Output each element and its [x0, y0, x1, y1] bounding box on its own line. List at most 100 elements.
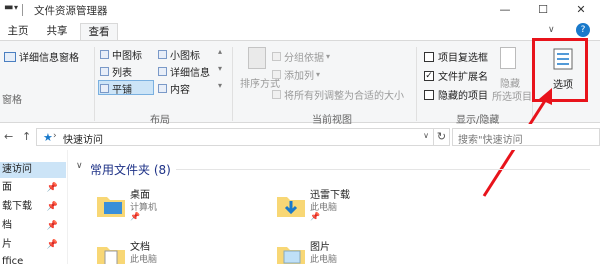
minimize-button[interactable]: —	[486, 0, 524, 20]
pin-icon: 📌	[46, 240, 58, 250]
ribbon-collapse-icon[interactable]: ∨	[548, 25, 555, 35]
nav-item-label: 载下载	[2, 201, 32, 212]
layout-small-icons[interactable]: 小图标	[158, 47, 200, 62]
back-icon[interactable]: ←	[4, 130, 13, 143]
pin-icon: 📌	[310, 212, 320, 221]
nav-item-office[interactable]: ffice	[0, 254, 66, 264]
dropdown-icon: ▾	[326, 52, 331, 61]
fit-columns-button[interactable]: 将所有列调整为合适的大小	[272, 87, 404, 102]
pin-icon: 📌	[46, 202, 58, 212]
address-dropdown-icon[interactable]: ∨	[423, 131, 429, 140]
list-label: 列表	[112, 68, 132, 79]
pin-icon: 📌	[130, 212, 140, 221]
layout-tiles[interactable]: 平铺	[100, 81, 132, 96]
fit-columns-label: 将所有列调整为合适的大小	[284, 91, 404, 102]
search-input[interactable]: 搜索"快速访问	[452, 128, 600, 146]
hidden-items-toggle[interactable]: 隐藏的项目	[424, 87, 488, 102]
nav-item-label: 档	[2, 220, 12, 231]
folder-name: 图片	[310, 242, 330, 253]
window-title: 文件资源管理器	[34, 5, 108, 17]
nav-item-pictures[interactable]: 片 📌	[0, 237, 66, 253]
group-by-button[interactable]: 分组依据 ▾	[272, 49, 330, 64]
tab-share[interactable]: 共享	[42, 23, 72, 41]
folder-name: 桌面	[130, 190, 150, 201]
item-checkbox-label: 项目复选框	[438, 53, 488, 64]
details-icon	[158, 67, 167, 76]
item-checkbox-toggle[interactable]: 项目复选框	[424, 49, 488, 64]
folder-item-desktop[interactable]: 桌面 计算机 📌	[96, 186, 216, 224]
separator	[94, 47, 95, 121]
ribbon: 详细信息窗格 窗格 中图标 小图标 列表 详细信息 平铺 内容 ▴ ▾ ▾ 布局…	[0, 40, 600, 126]
maximize-button[interactable]: ☐	[524, 0, 562, 20]
address-field[interactable]: ★ › 快速访问 ∨	[36, 128, 434, 146]
folder-icon	[97, 197, 125, 217]
title-separator	[22, 4, 23, 16]
separator	[416, 47, 417, 121]
layout-content[interactable]: 内容	[158, 81, 190, 96]
layout-scroll-down-icon[interactable]: ▾	[218, 64, 222, 73]
folder-name: 迅雷下载	[310, 190, 350, 201]
layout-medium-icons[interactable]: 中图标	[100, 47, 142, 62]
small-icons-label: 小图标	[170, 51, 200, 62]
folder-item-pictures[interactable]: 图片 此电脑	[276, 238, 396, 264]
add-column-label: 添加列	[284, 71, 314, 82]
hide-selected-label-2[interactable]: 所选项目	[492, 88, 532, 103]
small-icons-icon	[158, 50, 167, 59]
layout-more-icon[interactable]: ▾	[218, 81, 222, 90]
quick-access-dropdown-icon[interactable]: ▾	[14, 3, 18, 12]
refresh-icon[interactable]: ↻	[434, 128, 450, 146]
layout-scroll-up-icon[interactable]: ▴	[218, 47, 222, 56]
help-icon[interactable]: ?	[576, 23, 590, 37]
navigation-pane: 速访问 面 📌 载下载 📌 档 📌 片 📌 ffice	[0, 150, 68, 264]
title-bar: ▬ ▾ 文件资源管理器 — ☐ ✕	[0, 0, 600, 20]
tab-home[interactable]: 主页	[5, 23, 31, 41]
extensions-toggle[interactable]: ✓ 文件扩展名	[424, 68, 488, 83]
pictures-folder-icon	[277, 247, 305, 264]
pin-icon: 📌	[46, 221, 58, 231]
medium-icons-label: 中图标	[112, 51, 142, 62]
chevron-right-icon: ›	[53, 131, 57, 141]
group-by-label: 分组依据	[284, 53, 324, 64]
tiles-icon	[100, 84, 109, 93]
details-pane-button[interactable]: 详细信息窗格	[4, 49, 79, 64]
folder-item-documents[interactable]: 文档 此电脑	[96, 238, 216, 264]
dropdown-icon: ▾	[316, 70, 321, 79]
layout-details[interactable]: 详细信息	[158, 64, 210, 79]
fit-columns-icon	[272, 90, 281, 99]
quick-access-icon[interactable]: ▬	[4, 2, 13, 13]
section-collapse-icon[interactable]: ∨	[76, 161, 83, 171]
hidden-items-label: 隐藏的项目	[438, 91, 488, 102]
details-pane-icon	[4, 51, 16, 62]
details-pane-label: 详细信息窗格	[19, 53, 79, 64]
item-checkbox-box[interactable]	[424, 51, 434, 62]
add-column-button[interactable]: 添加列 ▾	[272, 67, 320, 82]
documents-folder-icon	[97, 247, 125, 264]
sort-icon	[248, 47, 266, 69]
folder-item-downloads[interactable]: 迅雷下载 此电脑 📌	[276, 186, 396, 224]
nav-item-downloads[interactable]: 载下载 📌	[0, 199, 66, 215]
layout-list[interactable]: 列表	[100, 64, 132, 79]
close-button[interactable]: ✕	[562, 0, 600, 20]
pane-group-label: 窗格	[2, 95, 22, 106]
address-bar: ← ↑ ★ › 快速访问 ∨ ↻ 搜索"快速访问	[0, 124, 600, 150]
extensions-checkbox[interactable]: ✓	[424, 70, 434, 81]
highlight-box	[532, 38, 588, 102]
up-icon[interactable]: ↑	[22, 130, 31, 143]
nav-item-label: 速访问	[2, 164, 32, 175]
medium-icons-icon	[100, 50, 109, 59]
search-placeholder: 搜索"快速访问	[458, 135, 523, 146]
nav-item-quick-access[interactable]: 速访问	[0, 162, 66, 178]
content-label: 内容	[170, 85, 190, 96]
folder-name: 文档	[130, 242, 150, 253]
address-path: 快速访问	[63, 135, 103, 146]
extensions-label: 文件扩展名	[438, 72, 488, 83]
nav-item-label: 片	[2, 239, 12, 250]
hide-selected-icon	[500, 47, 516, 69]
nav-item-label: 面	[2, 182, 12, 193]
section-header[interactable]: 常用文件夹 (8)	[90, 161, 171, 178]
pin-icon: 📌	[46, 183, 58, 193]
list-icon	[100, 67, 109, 76]
nav-item-desktop[interactable]: 面 📌	[0, 180, 66, 196]
hidden-items-checkbox[interactable]	[424, 89, 434, 100]
nav-item-documents[interactable]: 档 📌	[0, 218, 66, 234]
